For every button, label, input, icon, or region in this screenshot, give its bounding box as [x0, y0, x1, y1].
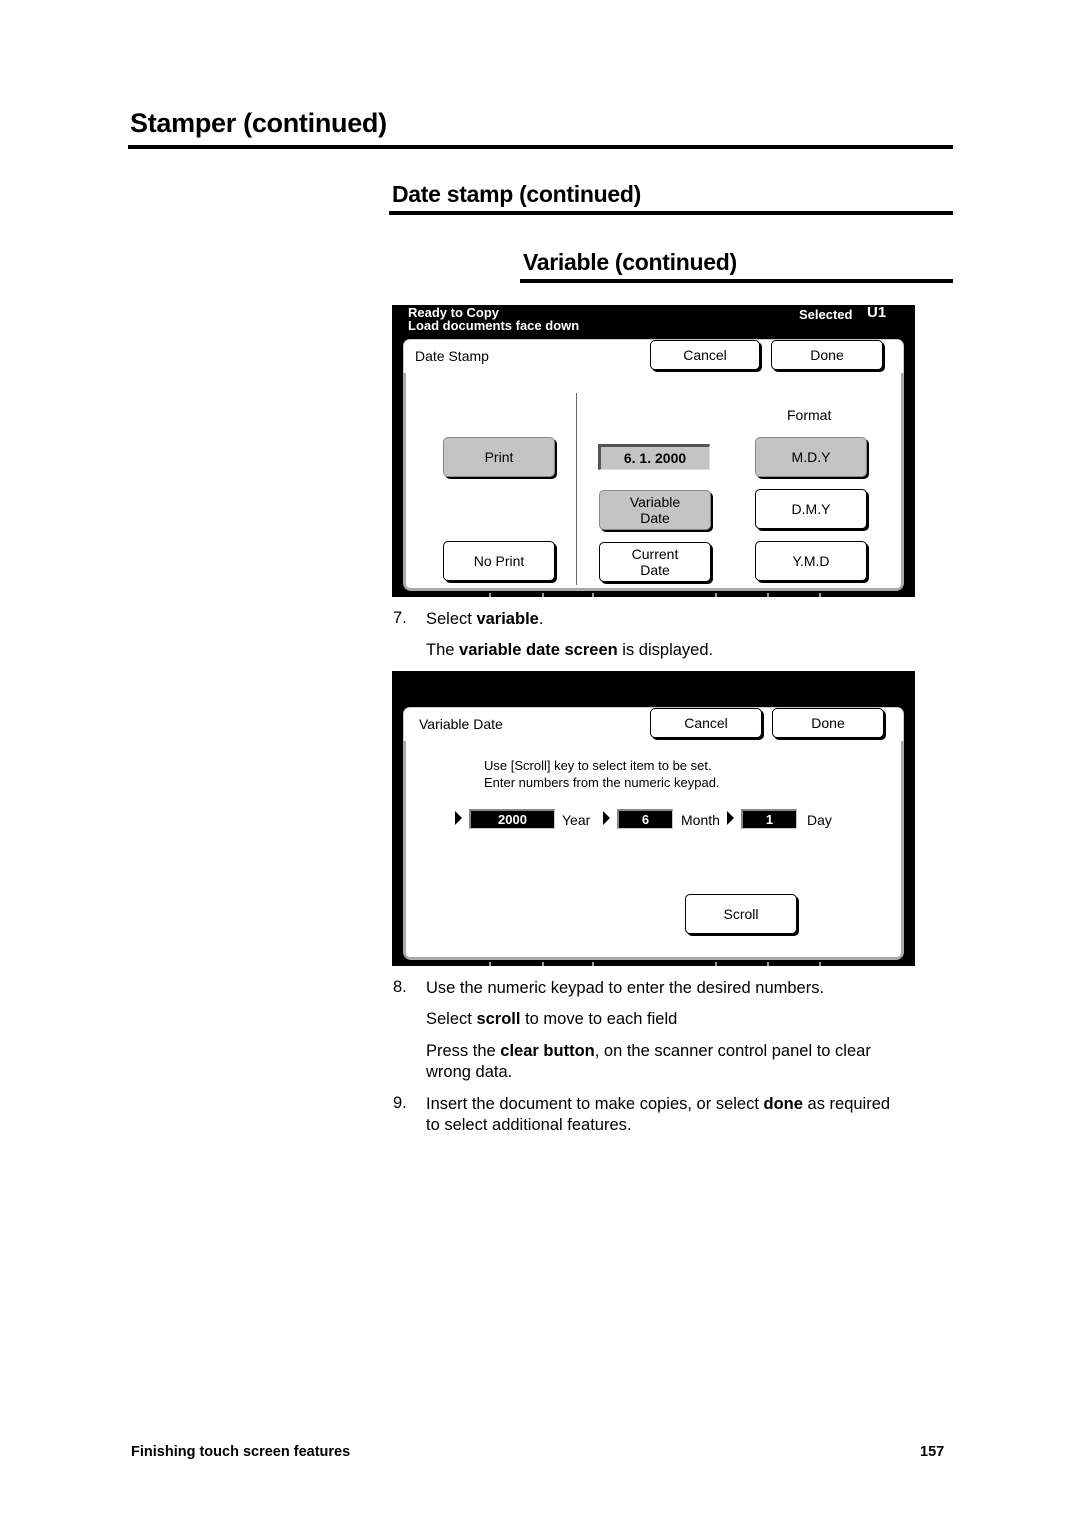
page-number: 157: [920, 1444, 945, 1460]
subsection-rule: [520, 279, 953, 283]
cancel-button[interactable]: Cancel: [650, 708, 762, 738]
month-pointer-icon: [603, 811, 610, 825]
step-7-text: Select variable.: [426, 610, 544, 628]
step-8-text: Use the numeric keypad to enter the desi…: [426, 979, 825, 997]
format-dmy-button[interactable]: D.M.Y: [755, 489, 867, 529]
column-divider: [576, 393, 577, 585]
tab-edge: [592, 962, 594, 966]
variable-date-button[interactable]: Variable Date: [599, 490, 711, 530]
date-display: 6. 1. 2000: [598, 444, 710, 470]
day-label: Day: [807, 812, 832, 828]
tab-edge: [542, 593, 544, 597]
tab-label: Variable Date: [419, 716, 503, 732]
year-label: Year: [562, 812, 591, 828]
done-button[interactable]: Done: [771, 340, 883, 370]
format-ymd-button[interactable]: Y.M.D: [755, 541, 867, 581]
month-label: Month: [681, 812, 720, 828]
print-button[interactable]: Print: [443, 437, 555, 477]
selected-label: Selected: [799, 307, 853, 322]
month-field[interactable]: 6: [617, 809, 673, 829]
no-print-button[interactable]: No Print: [443, 541, 555, 581]
tab-edge: [819, 593, 821, 597]
subsection-title: Variable (continued): [523, 249, 737, 275]
tab-edge: [542, 962, 544, 966]
footer-section: Finishing touch screen features: [131, 1444, 351, 1460]
tab-edge: [489, 962, 491, 966]
done-button[interactable]: Done: [772, 708, 884, 738]
instruction-line-2: Enter numbers from the numeric keypad.: [484, 775, 720, 790]
current-date-line2: Date: [640, 562, 670, 578]
step-7-result: The variable date screen is displayed.: [426, 641, 714, 659]
year-pointer-icon: [455, 811, 462, 825]
date-stamp-body: Print No Print 6. 1. 2000 Variable Date …: [401, 373, 906, 593]
tab-edge: [715, 962, 717, 966]
tab-edge: [767, 962, 769, 966]
selected-value: U1: [867, 304, 887, 321]
status-line-2: Load documents face down: [408, 318, 580, 333]
step-9-number: 9.: [393, 1094, 407, 1112]
tab-edge: [819, 962, 821, 966]
year-field[interactable]: 2000: [469, 809, 555, 829]
step-8-clear: Press the clear button, on the scanner c…: [426, 1042, 871, 1081]
cancel-button[interactable]: Cancel: [650, 340, 760, 370]
tab-edge: [592, 593, 594, 597]
variable-date-line2: Date: [640, 510, 670, 526]
section-rule: [389, 211, 953, 215]
step-8-number: 8.: [393, 978, 407, 996]
tab-edge: [489, 593, 491, 597]
step-9-text: Insert the document to make copies, or s…: [426, 1095, 891, 1134]
step-7-number: 7.: [393, 609, 407, 627]
current-date-line1: Current: [631, 546, 679, 562]
variable-date-body: Use [Scroll] key to select item to be se…: [401, 741, 906, 962]
section-title: Date stamp (continued): [392, 181, 641, 207]
tab-edge: [715, 593, 717, 597]
tab-edge: [767, 593, 769, 597]
page-title: Stamper (continued): [130, 108, 387, 138]
tab-label: Date Stamp: [415, 348, 489, 364]
instruction-line-1: Use [Scroll] key to select item to be se…: [484, 758, 712, 773]
tab-date-stamp: Date Stamp Cancel Done: [401, 337, 906, 377]
format-label: Format: [787, 407, 832, 423]
title-rule: [128, 145, 953, 149]
variable-date-screen: Variable Date Cancel Done Use [Scroll] k…: [392, 671, 915, 966]
day-field[interactable]: 1: [741, 809, 797, 829]
current-date-button[interactable]: Current Date: [599, 542, 711, 582]
step-8-scroll: Select scroll to move to each field: [426, 1010, 678, 1028]
date-stamp-screen: Ready to Copy Load documents face down S…: [392, 305, 915, 597]
format-mdy-button[interactable]: M.D.Y: [755, 437, 867, 477]
scroll-button[interactable]: Scroll: [685, 894, 797, 934]
tab-variable-date: Variable Date Cancel Done: [401, 705, 906, 745]
variable-date-line1: Variable: [629, 494, 681, 510]
day-pointer-icon: [727, 811, 734, 825]
